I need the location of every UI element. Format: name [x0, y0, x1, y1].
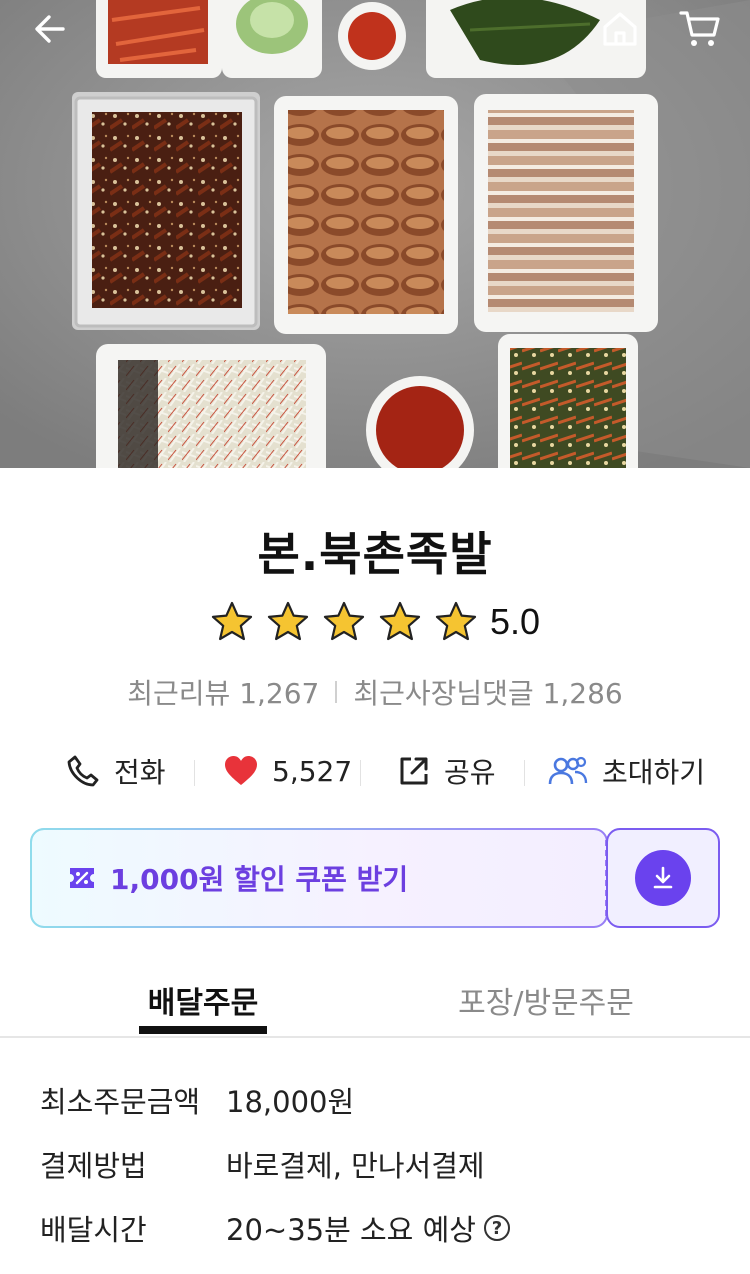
heart-icon: [225, 756, 257, 785]
coupon-text: 1,000원 할인 쿠폰 받기: [110, 863, 409, 896]
rating-stars: [210, 600, 478, 644]
like-button[interactable]: 5,527: [224, 748, 352, 794]
min-order-value: 18,000원: [226, 1085, 355, 1119]
payment-method-row: 결제방법 바로결제, 만나서결제: [40, 1144, 485, 1184]
cart-button[interactable]: [674, 6, 726, 52]
delivery-time-label: 배달시간: [40, 1213, 147, 1247]
group-invite-icon: [548, 756, 588, 785]
back-button[interactable]: [24, 6, 76, 52]
payment-method-label: 결제방법: [40, 1149, 147, 1183]
help-icon[interactable]: ?: [483, 1215, 510, 1241]
call-button[interactable]: 전화: [66, 748, 166, 794]
star-icon: [211, 601, 253, 641]
active-tab-indicator: [139, 1026, 267, 1034]
cart-icon: [679, 11, 720, 46]
review-summary: 최근리뷰 1,267 최근사장님댓글 1,286: [0, 672, 750, 712]
home-button[interactable]: [594, 6, 646, 52]
store-hero-photo: [0, 0, 750, 468]
star-icon: [379, 601, 421, 641]
action-divider: [194, 760, 195, 786]
call-label: 전화: [114, 756, 166, 789]
share-label: 공유: [444, 756, 496, 789]
owner-reply-count[interactable]: 최근사장님댓글 1,286: [353, 672, 622, 712]
min-order-label: 최소주문금액: [40, 1085, 201, 1119]
invite-label: 초대하기: [602, 756, 706, 789]
order-type-tabs: 배달주문 포장/방문주문: [0, 968, 750, 1038]
like-count: 5,527: [272, 754, 353, 788]
payment-method-value: 바로결제, 만나서결제: [226, 1149, 485, 1183]
share-icon: [400, 757, 428, 785]
star-icon: [435, 601, 477, 641]
food-photo-illustration: [0, 0, 750, 468]
action-divider: [524, 760, 525, 786]
rating-value: 5.0: [489, 601, 541, 642]
store-actions: 전화 5,527 공유 초대하기: [0, 748, 750, 794]
phone-icon: [67, 755, 99, 787]
coupon-banner[interactable]: 1,000원 할인 쿠폰 받기: [30, 828, 608, 928]
recent-review-count[interactable]: 최근리뷰 1,267: [127, 672, 319, 712]
arrow-left-icon: [35, 15, 65, 43]
delivery-time-value: 20~35분 소요 예상: [226, 1213, 476, 1247]
store-name: 본.북촌족발: [257, 527, 493, 581]
coupon-icon: [70, 868, 94, 888]
tab-pickup-order[interactable]: 포장/방문주문: [430, 968, 662, 1036]
home-icon: [603, 12, 637, 46]
review-divider: [335, 681, 338, 703]
delivery-time-row: 배달시간 20~35분 소요 예상 ?: [40, 1208, 510, 1248]
download-icon: [653, 866, 673, 889]
share-button[interactable]: 공유: [398, 748, 496, 794]
download-icon-circle: [635, 850, 691, 906]
star-icon: [323, 601, 365, 641]
invite-button[interactable]: 초대하기: [548, 748, 705, 794]
coupon-download-button[interactable]: [606, 828, 720, 928]
min-order-row: 최소주문금액 18,000원: [40, 1080, 354, 1120]
star-icon: [267, 601, 309, 641]
rating-row: 5.0: [0, 600, 750, 644]
action-divider: [360, 760, 361, 786]
